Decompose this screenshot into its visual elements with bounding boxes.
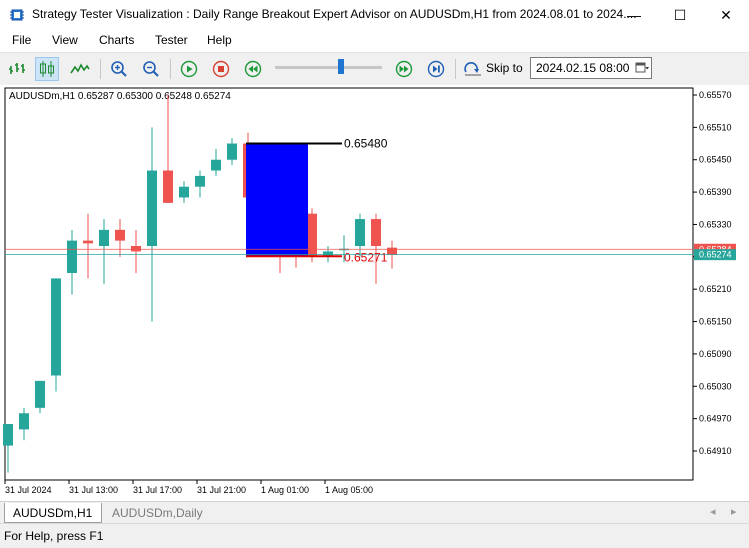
slow-down-button[interactable] xyxy=(241,57,265,81)
candle-body xyxy=(67,240,77,273)
y-tick-label: 0.65330 xyxy=(699,219,732,229)
bar-chart-icon xyxy=(9,63,25,74)
minimize-icon: — xyxy=(627,7,641,23)
play-button[interactable] xyxy=(177,57,201,81)
bar-chart-button[interactable] xyxy=(5,57,29,81)
fast-forward-icon xyxy=(395,60,413,78)
candle-body xyxy=(115,229,125,241)
step-forward-icon xyxy=(427,60,445,78)
play-icon xyxy=(180,60,198,78)
range-box xyxy=(246,143,308,257)
range-low-label: 0.65271 xyxy=(344,250,388,264)
candle-body xyxy=(355,219,365,247)
candlestick-chart-button[interactable] xyxy=(35,57,59,81)
maximize-button[interactable]: ☐ xyxy=(657,0,703,30)
x-tick-label: 31 Jul 17:00 xyxy=(133,485,182,495)
step-forward-button[interactable] xyxy=(424,57,448,81)
candle-body xyxy=(19,413,29,430)
ask-price-label: 0.65274 xyxy=(699,250,732,260)
candle-body xyxy=(227,143,237,160)
tab-scroll-left-icon[interactable]: ◂ xyxy=(710,505,716,518)
candle-body xyxy=(371,219,381,247)
time-axis: 31 Jul 2024 31 Jul 13:00 31 Jul 17:00 31 Ju… xyxy=(4,480,373,495)
candle-body xyxy=(195,175,205,187)
candle-body xyxy=(51,278,61,376)
line-chart-button[interactable] xyxy=(68,57,92,81)
skip-to-date-value: 2024.02.15 08:00 xyxy=(536,61,630,75)
skip-to-icon xyxy=(464,62,481,76)
y-tick-label: 0.64970 xyxy=(699,414,732,424)
candle-body xyxy=(3,424,13,446)
toolbar-separator xyxy=(170,59,171,79)
y-tick-label: 0.65570 xyxy=(699,90,732,100)
status-text: For Help, press F1 xyxy=(4,529,104,543)
tab-audusdm-daily[interactable]: AUDUSDm,Daily xyxy=(104,503,210,523)
line-chart-icon xyxy=(70,63,90,74)
close-icon: ✕ xyxy=(720,6,732,23)
calendar-dropdown-icon[interactable] xyxy=(635,60,649,76)
tab-audusdm-h1[interactable]: AUDUSDm,H1 xyxy=(4,503,102,523)
skip-to-icon-button[interactable] xyxy=(461,57,485,81)
zoom-out-icon xyxy=(143,61,159,77)
y-tick-label: 0.64910 xyxy=(699,446,732,456)
candle-body xyxy=(163,170,173,203)
toolbar-separator xyxy=(100,59,101,79)
speed-slider-thumb[interactable] xyxy=(338,59,345,74)
candle-body xyxy=(179,186,189,198)
maximize-icon: ☐ xyxy=(673,6,687,23)
zoom-in-button[interactable] xyxy=(107,57,131,81)
tab-scroll-right-icon[interactable]: ▸ xyxy=(731,505,737,518)
stop-icon xyxy=(212,60,230,78)
candle-body xyxy=(211,159,221,171)
candle-body xyxy=(35,380,45,408)
y-tick-label: 0.65030 xyxy=(699,381,732,391)
x-tick-label: 1 Aug 05:00 xyxy=(325,485,373,495)
menu-view[interactable]: View xyxy=(52,33,78,47)
menu-bar: File View Charts Tester Help xyxy=(0,30,749,52)
x-tick-label: 31 Jul 2024 xyxy=(5,485,52,495)
app-icon xyxy=(10,9,24,21)
x-tick-label: 31 Jul 21:00 xyxy=(197,485,246,495)
price-axis: 0.65570 0.65510 0.65450 0.65390 0.65330 0.652… xyxy=(693,90,736,456)
menu-file[interactable]: File xyxy=(12,33,31,47)
range-high-label: 0.65480 xyxy=(344,137,388,151)
candle-body xyxy=(83,240,93,244)
minimize-button[interactable]: — xyxy=(611,0,657,30)
y-tick-label: 0.65150 xyxy=(699,317,732,327)
y-tick-label: 0.65090 xyxy=(699,349,732,359)
close-button[interactable]: ✕ xyxy=(703,0,749,30)
x-tick-label: 1 Aug 01:00 xyxy=(261,485,309,495)
zoom-out-button[interactable] xyxy=(139,57,163,81)
candle-body xyxy=(307,213,317,257)
menu-tester[interactable]: Tester xyxy=(155,33,188,47)
menu-help[interactable]: Help xyxy=(207,33,232,47)
y-tick-label: 0.65450 xyxy=(699,155,732,165)
toolbar-separator xyxy=(455,59,456,79)
speed-slider-track[interactable] xyxy=(275,66,382,69)
speed-up-button[interactable] xyxy=(392,57,416,81)
symbol-info: AUDUSDm,H1 0.65287 0.65300 0.65248 0.652… xyxy=(9,91,231,102)
stop-button[interactable] xyxy=(209,57,233,81)
menu-charts[interactable]: Charts xyxy=(99,33,134,47)
skip-to-label: Skip to xyxy=(486,61,523,75)
candle-body xyxy=(99,229,109,247)
y-tick-label: 0.65390 xyxy=(699,187,732,197)
price-chart[interactable]: AUDUSDm,H1 0.65287 0.65300 0.65248 0.652… xyxy=(0,85,749,501)
candle-body xyxy=(387,247,397,255)
candle-body xyxy=(131,246,141,252)
candlestick-icon xyxy=(40,61,54,77)
window-title: Strategy Tester Visualization : Daily Ra… xyxy=(32,7,637,21)
title-bar: Strategy Tester Visualization : Daily Ra… xyxy=(0,0,749,30)
status-bar: For Help, press F1 xyxy=(0,523,749,548)
chart-panel[interactable]: AUDUSDm,H1 0.65287 0.65300 0.65248 0.652… xyxy=(0,85,749,501)
chart-tab-bar: AUDUSDm,H1 AUDUSDm,Daily ◂ ▸ xyxy=(0,501,749,524)
skip-to-date-field[interactable]: 2024.02.15 08:00 xyxy=(530,57,652,79)
candle-body xyxy=(147,170,157,247)
y-tick-label: 0.65210 xyxy=(699,284,732,294)
zoom-in-icon xyxy=(111,61,127,77)
y-tick-label: 0.65510 xyxy=(699,122,732,132)
rewind-icon xyxy=(244,60,262,78)
x-tick-label: 31 Jul 13:00 xyxy=(69,485,118,495)
